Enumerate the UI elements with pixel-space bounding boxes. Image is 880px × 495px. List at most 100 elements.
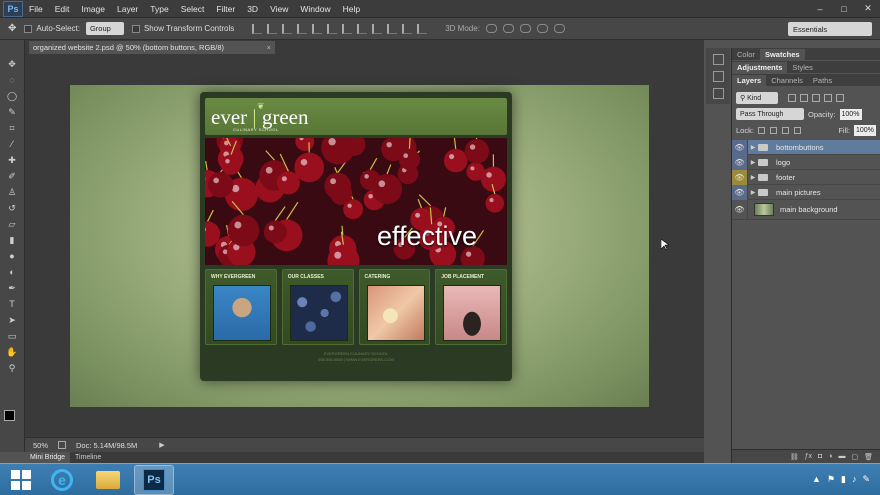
history-brush-tool-icon[interactable]: ↺ — [5, 202, 19, 214]
properties-panel-icon[interactable] — [712, 71, 724, 82]
layer-style-icon[interactable]: ƒx — [805, 453, 812, 460]
visibility-eye-icon[interactable]: 👁 — [732, 154, 748, 170]
crop-tool-icon[interactable]: ⌗ — [5, 122, 19, 134]
canvas-area[interactable]: ever | green ❦ CULINARY SCHOOL effective… — [25, 54, 704, 437]
layer-row-footer[interactable]: 👁 ▶ footer — [732, 169, 880, 185]
menu-view[interactable]: View — [264, 4, 294, 14]
info-panel-icon[interactable] — [712, 88, 724, 99]
expand-triangle-icon[interactable]: ▶ — [748, 189, 758, 196]
path-select-tool-icon[interactable]: ➤ — [5, 314, 19, 326]
document-canvas[interactable]: ever | green ❦ CULINARY SCHOOL effective… — [70, 85, 649, 407]
align-bottom-icon[interactable] — [282, 23, 293, 34]
healing-tool-icon[interactable]: ✚ — [5, 154, 19, 166]
zoom-tool-icon[interactable]: ⚲ — [5, 362, 19, 374]
type-tool-icon[interactable]: T — [5, 298, 19, 310]
workspace-dropdown[interactable]: Essentials — [788, 22, 872, 36]
adjustment-filter-icon[interactable] — [800, 94, 808, 102]
taskbar-photoshop[interactable]: Ps — [134, 464, 174, 495]
visibility-eye-icon[interactable]: 👁 — [732, 184, 748, 200]
distribute-bottom-icon[interactable] — [372, 23, 383, 34]
align-top-icon[interactable] — [252, 23, 263, 34]
lock-all-icon[interactable] — [793, 126, 801, 134]
layer-mask-icon[interactable]: ◘ — [818, 453, 822, 460]
taskbar-internet-explorer[interactable]: e — [42, 465, 82, 495]
maximize-button[interactable]: □ — [832, 1, 856, 17]
opacity-input[interactable]: 100% — [839, 108, 862, 120]
expand-triangle-icon[interactable]: ▶ — [748, 159, 758, 166]
lock-transparent-icon[interactable] — [757, 126, 765, 134]
blend-mode-dropdown[interactable]: Pass Through — [736, 108, 804, 120]
menu-window[interactable]: Window — [294, 4, 336, 14]
roll-icon[interactable] — [502, 24, 514, 33]
visibility-eye-icon[interactable]: 👁 — [732, 199, 748, 220]
menu-select[interactable]: Select — [175, 4, 211, 14]
move-tool-icon[interactable]: ✥ — [8, 23, 16, 34]
distribute-right-icon[interactable] — [417, 23, 428, 34]
menu-image[interactable]: Image — [75, 4, 111, 14]
visibility-eye-icon[interactable]: 👁 — [732, 169, 748, 185]
align-right-icon[interactable] — [327, 23, 338, 34]
slide-icon[interactable] — [536, 24, 548, 33]
layer-row-main-background[interactable]: 👁 main background — [732, 199, 880, 220]
shape-tool-icon[interactable]: ▭ — [5, 330, 19, 342]
dodge-tool-icon[interactable]: ◐ — [5, 266, 19, 278]
type-filter-icon[interactable] — [812, 94, 820, 102]
filter-kind-dropdown[interactable]: ⚲ Kind — [736, 92, 778, 104]
menu-layer[interactable]: Layer — [111, 4, 144, 14]
close-tab-icon[interactable]: × — [267, 43, 271, 52]
align-center-icon[interactable] — [312, 23, 323, 34]
menu-edit[interactable]: Edit — [49, 4, 76, 14]
orbit-icon[interactable] — [485, 24, 497, 33]
shape-filter-icon[interactable] — [824, 94, 832, 102]
menu-file[interactable]: File — [23, 4, 49, 14]
eyedropper-tool-icon[interactable]: ⁄ — [5, 138, 19, 150]
stamp-tool-icon[interactable]: ♙ — [5, 186, 19, 198]
tab-timeline[interactable]: Timeline — [70, 452, 106, 463]
tab-paths[interactable]: Paths — [808, 75, 837, 86]
layer-row-bottombuttons[interactable]: 👁 ▶ bottombuttons — [732, 139, 880, 155]
start-button[interactable] — [6, 465, 36, 495]
distribute-left-icon[interactable] — [387, 23, 398, 34]
align-left-icon[interactable] — [297, 23, 308, 34]
network-icon[interactable]: ▮ — [841, 474, 846, 485]
distribute-center-icon[interactable] — [402, 23, 413, 34]
menu-3d[interactable]: 3D — [241, 4, 264, 14]
status-menu-arrow-icon[interactable]: ▶ — [159, 441, 164, 449]
layer-row-main-pictures[interactable]: 👁 ▶ main pictures — [732, 184, 880, 200]
new-group-icon[interactable]: ▬ — [838, 453, 845, 460]
expand-triangle-icon[interactable]: ▶ — [748, 174, 758, 181]
lock-image-icon[interactable] — [769, 126, 777, 134]
document-tab[interactable]: organized website 2.psd @ 50% (bottom bu… — [29, 41, 275, 54]
menu-help[interactable]: Help — [337, 4, 366, 14]
hand-tool-icon[interactable]: ✋ — [5, 346, 19, 358]
move-tool-icon[interactable]: ✥ — [5, 58, 19, 70]
close-button[interactable]: ✕ — [856, 1, 880, 17]
menu-type[interactable]: Type — [144, 4, 174, 14]
tab-swatches[interactable]: Swatches — [759, 49, 805, 60]
lock-position-icon[interactable] — [781, 126, 789, 134]
eraser-tool-icon[interactable]: ▱ — [5, 218, 19, 230]
taskbar-file-explorer[interactable] — [88, 465, 128, 495]
distribute-top-icon[interactable] — [342, 23, 353, 34]
tab-channels[interactable]: Channels — [766, 75, 808, 86]
tab-color[interactable]: Color — [732, 49, 760, 60]
tab-mini-bridge[interactable]: Mini Bridge — [25, 452, 71, 463]
foreground-color-swatch[interactable] — [4, 410, 15, 421]
drag-icon[interactable] — [519, 24, 531, 33]
blur-tool-icon[interactable]: ● — [5, 250, 19, 262]
scale-icon[interactable] — [553, 24, 565, 33]
lasso-tool-icon[interactable]: ◯ — [5, 90, 19, 102]
tab-adjustments[interactable]: Adjustments — [732, 62, 788, 73]
gradient-tool-icon[interactable]: ▮ — [5, 234, 19, 246]
align-middle-icon[interactable] — [267, 23, 278, 34]
zoom-level[interactable]: 50% — [33, 441, 48, 450]
tab-layers[interactable]: Layers — [732, 75, 767, 86]
status-info-icon[interactable] — [58, 441, 67, 449]
pen-tool-icon[interactable]: ✒ — [5, 282, 19, 294]
minimize-button[interactable]: – — [808, 1, 832, 17]
tray-expand-icon[interactable]: ▲ — [812, 474, 821, 485]
volume-icon[interactable]: ♪ — [852, 474, 857, 485]
new-layer-icon[interactable]: ▢ — [851, 453, 858, 461]
link-layers-icon[interactable]: ⛓ — [790, 453, 799, 461]
pixel-filter-icon[interactable] — [788, 94, 796, 102]
